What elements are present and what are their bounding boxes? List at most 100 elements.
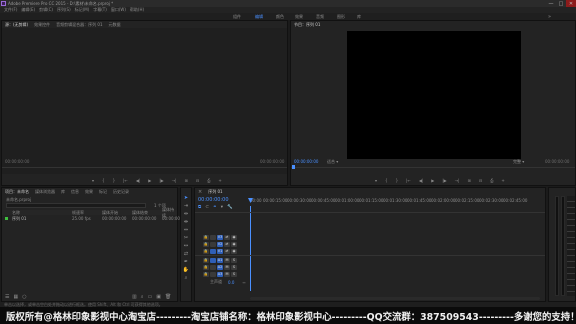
zoom-tool-icon[interactable]: ⌕ [183,275,189,281]
close-tab-icon[interactable]: × [198,189,202,195]
trash-icon[interactable]: 🗑 [165,294,171,300]
tab-info[interactable]: 信息 [71,189,79,195]
eye-icon[interactable]: ◉ [231,241,237,247]
track-lock-icon[interactable]: 🔒 [203,264,209,270]
tab-program[interactable]: 节目：序列 01 [294,22,320,28]
track-label-a2[interactable]: A2 [217,264,223,270]
tab-media-browser[interactable]: 媒体浏览器 [35,189,55,195]
tab-source[interactable]: 源：(无剪辑) [5,22,28,28]
track-source-patch[interactable] [210,241,216,247]
tab-history[interactable]: 历史记录 [113,189,129,195]
marker-button[interactable]: ▾ [92,178,94,183]
master-volume[interactable]: 0.0 [228,280,234,285]
sync-lock-icon[interactable]: ⇄ [224,234,230,240]
tab-audio-clip-mixer[interactable]: 音频剪辑混合器：序列 01 [56,22,102,28]
step-forward-button[interactable]: |▶ [159,178,163,183]
mark-in-button[interactable]: { [102,178,105,183]
icon-view-icon[interactable]: ▦ [13,294,18,300]
export-frame-button[interactable]: ⎙ [490,178,493,183]
source-viewer[interactable] [2,28,287,174]
program-scrubber[interactable] [291,167,575,168]
zoom-slider-icon[interactable]: ○ [22,294,26,300]
eye-icon[interactable]: ◉ [231,234,237,240]
col-fps[interactable]: 帧速率 [72,210,84,216]
track-lock-icon[interactable]: 🔒 [203,248,209,254]
pen-tool-icon[interactable]: ✒ [183,259,189,265]
table-row[interactable]: 序列 01 25.00 fps 00:00:00:00 00:00:00:00 … [2,216,186,221]
timeline-playhead[interactable] [250,206,251,291]
track-lock-icon[interactable]: 🔒 [203,271,209,277]
source-scrubber[interactable] [2,167,287,168]
go-to-out-button[interactable]: →| [455,178,460,183]
mute-icon[interactable]: M [224,264,230,270]
insert-button[interactable]: ⊞ [184,178,187,183]
marker-button[interactable]: ▾ [375,178,377,183]
col-name[interactable]: 名称 [12,210,20,216]
track-header-v1[interactable]: 🔒 V1 ⇄ ◉ [203,248,238,254]
tab-metadata[interactable]: 元数据 [109,22,121,28]
track-select-tool-icon[interactable]: ⇥ [183,203,189,209]
eye-icon[interactable]: ◉ [231,248,237,254]
add-button[interactable]: + [501,178,504,183]
timeline-timecode[interactable]: 00:00:00:00 [198,197,229,203]
step-back-button[interactable]: ◀| [419,178,423,183]
track-source-patch[interactable] [210,234,216,240]
track-lock-icon[interactable]: 🔒 [203,234,209,240]
go-to-in-button[interactable]: |← [123,178,128,183]
razor-tool-icon[interactable]: ✂ [183,235,189,241]
automate-icon[interactable]: ▥ [132,294,137,300]
program-timecode[interactable]: 00:00:00:00 [294,159,318,164]
hand-tool-icon[interactable]: ✋ [183,267,189,273]
solo-icon[interactable]: S [231,264,237,270]
list-view-icon[interactable]: ☰ [5,294,9,300]
time-ruler[interactable]: 00:00 00:00:15:00 00:00:30:00 00:00:45:0… [250,198,546,206]
play-button[interactable]: ▶ [431,178,434,183]
track-source-patch-v1[interactable] [210,248,216,254]
solo-icon[interactable]: S [231,257,237,263]
slide-tool-icon[interactable]: ⇄ [183,251,189,257]
ripple-edit-tool-icon[interactable]: ⇹ [183,211,189,217]
new-item-icon[interactable]: ▣ [156,294,161,300]
track-label-v3[interactable]: V3 [217,234,223,240]
snap-icon[interactable]: ⊂ [205,205,209,210]
go-to-in-button[interactable]: |← [406,178,411,183]
col-media-start[interactable]: 媒体开始 [102,210,118,216]
tab-libraries[interactable]: 库 [61,189,65,195]
selection-tool-icon[interactable]: ➤ [183,195,189,201]
track-source-patch[interactable] [210,271,216,277]
minimize-button[interactable]: — [546,0,556,7]
tab-markers[interactable]: 标记 [99,189,107,195]
track-source-patch-a1[interactable] [210,257,216,263]
tab-sequence-01[interactable]: 序列 01 [208,189,222,195]
overwrite-button[interactable]: ⊟ [196,178,199,183]
col-media-end[interactable]: 媒体结束 [132,210,148,216]
timeline-zoom-scrollbar[interactable] [250,297,540,300]
track-header-a1[interactable]: 🔒 A1 M S [203,257,238,263]
timeline-settings-icon[interactable]: 🔧 [227,205,233,210]
extract-button[interactable]: ⊟ [479,178,482,183]
close-button[interactable]: ✕ [566,0,576,7]
maximize-button[interactable]: □ [556,0,566,7]
track-source-patch[interactable] [210,264,216,270]
track-label-v1[interactable]: V1 [217,248,223,254]
mark-in-button[interactable]: { [385,178,388,183]
search-icon[interactable]: ⌕ [141,294,144,300]
program-playhead[interactable] [292,165,295,169]
add-button[interactable]: + [218,178,221,183]
track-header-a3[interactable]: 🔒 A3 M S [203,271,238,277]
mute-icon[interactable]: M [224,271,230,277]
track-lock-icon[interactable]: 🔒 [203,241,209,247]
track-lock-icon[interactable]: 🔒 [203,257,209,263]
track-header-v3[interactable]: 🔒 V3 ⇄ ◉ [203,234,238,240]
slip-tool-icon[interactable]: ↔ [183,243,189,249]
nest-toggle-icon[interactable]: ⧉ [198,204,201,210]
mark-out-button[interactable]: } [396,178,399,183]
source-timecode-in[interactable]: 00:00:00:00 [5,159,29,164]
new-bin-icon[interactable]: ▭ [148,294,153,300]
go-to-out-button[interactable]: →| [172,178,177,183]
master-track-header[interactable]: 主声道 0.0 ⇿ [210,279,246,285]
linked-selection-icon[interactable]: ⚭ [213,205,217,210]
program-video-frame[interactable] [347,31,521,159]
tab-effects[interactable]: 效果 [85,189,93,195]
track-label-a3[interactable]: A3 [217,271,223,277]
